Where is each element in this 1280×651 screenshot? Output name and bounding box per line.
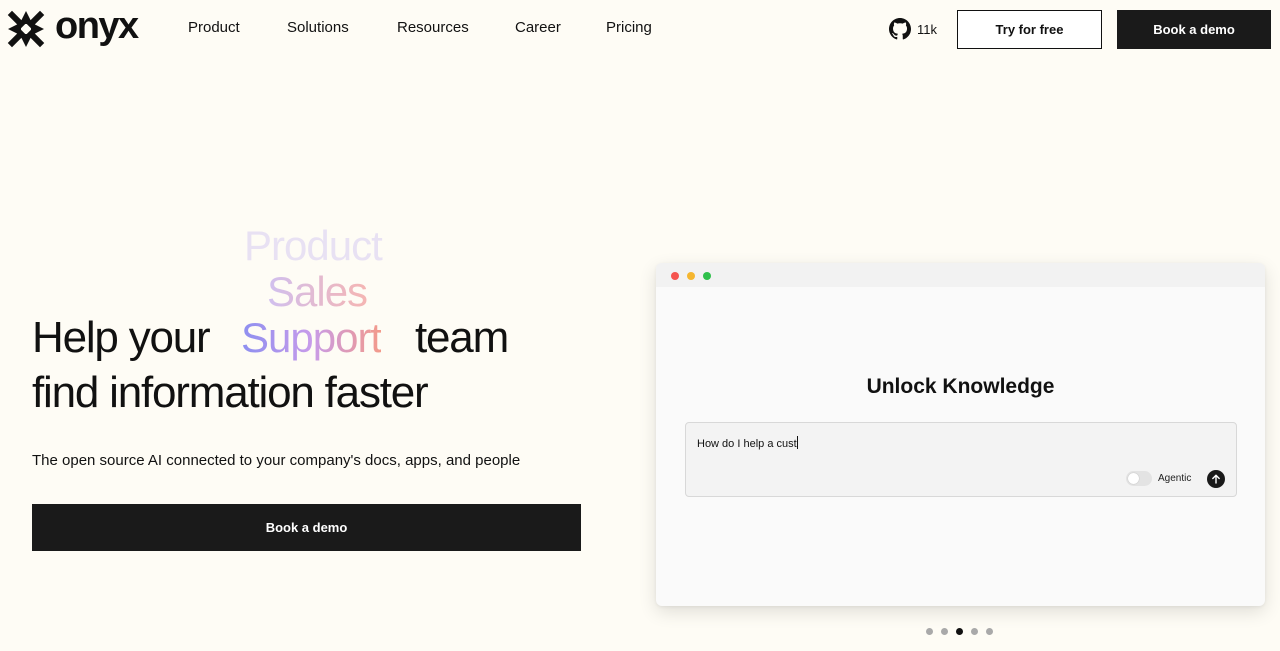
minimize-dot-icon xyxy=(687,272,695,280)
carousel-dot[interactable] xyxy=(971,628,978,635)
arrow-up-icon xyxy=(1212,474,1220,484)
nav-book-demo-button[interactable]: Book a demo xyxy=(1117,10,1271,49)
app-preview-window: Unlock Knowledge How do I help a cust Ag… xyxy=(656,263,1265,606)
brand-name: onyx xyxy=(55,5,139,47)
carousel-dot[interactable] xyxy=(941,628,948,635)
carousel-dot[interactable] xyxy=(926,628,933,635)
nav-link-product[interactable]: Product xyxy=(188,19,240,36)
agentic-toggle-label: Agentic xyxy=(1158,473,1192,484)
chat-input[interactable]: How do I help a cust xyxy=(697,436,798,450)
window-titlebar xyxy=(656,263,1265,287)
hero-subtitle: The open source AI connected to your com… xyxy=(32,452,521,469)
rotating-word-product: Product xyxy=(244,222,383,269)
chat-input-box[interactable]: How do I help a cust Agentic xyxy=(685,422,1237,497)
headline-line1-end: team xyxy=(415,313,509,362)
github-link[interactable]: 11k xyxy=(889,18,937,40)
send-button[interactable] xyxy=(1207,470,1225,488)
text-caret xyxy=(796,436,798,449)
rotating-word-sales: Sales xyxy=(267,268,368,315)
agentic-toggle[interactable] xyxy=(1126,471,1152,486)
github-icon xyxy=(889,18,911,40)
nav-link-resources[interactable]: Resources xyxy=(397,19,469,36)
hero-book-demo-button[interactable]: Book a demo xyxy=(32,504,581,551)
carousel-dot[interactable] xyxy=(986,628,993,635)
toggle-knob xyxy=(1128,473,1139,484)
close-dot-icon xyxy=(671,272,679,280)
nav-link-career[interactable]: Career xyxy=(515,19,561,36)
github-star-count: 11k xyxy=(917,21,937,37)
carousel-pagination xyxy=(926,628,993,635)
nav-link-solutions[interactable]: Solutions xyxy=(287,19,349,36)
rotating-word-support: Support xyxy=(241,314,382,361)
headline-line1-start: Help your xyxy=(32,313,211,362)
maximize-dot-icon xyxy=(703,272,711,280)
try-for-free-button[interactable]: Try for free xyxy=(957,10,1102,49)
top-nav: onyx Product Solutions Resources Career … xyxy=(0,0,1280,58)
nav-link-pricing[interactable]: Pricing xyxy=(606,19,652,36)
onyx-logo-icon xyxy=(7,10,45,48)
headline-line2: find information faster xyxy=(32,368,429,417)
chat-input-value: How do I help a cust xyxy=(697,438,797,450)
carousel-dot-active[interactable] xyxy=(956,628,963,635)
window-heading: Unlock Knowledge xyxy=(866,375,1055,398)
brand-logo[interactable]: onyx xyxy=(7,5,139,48)
